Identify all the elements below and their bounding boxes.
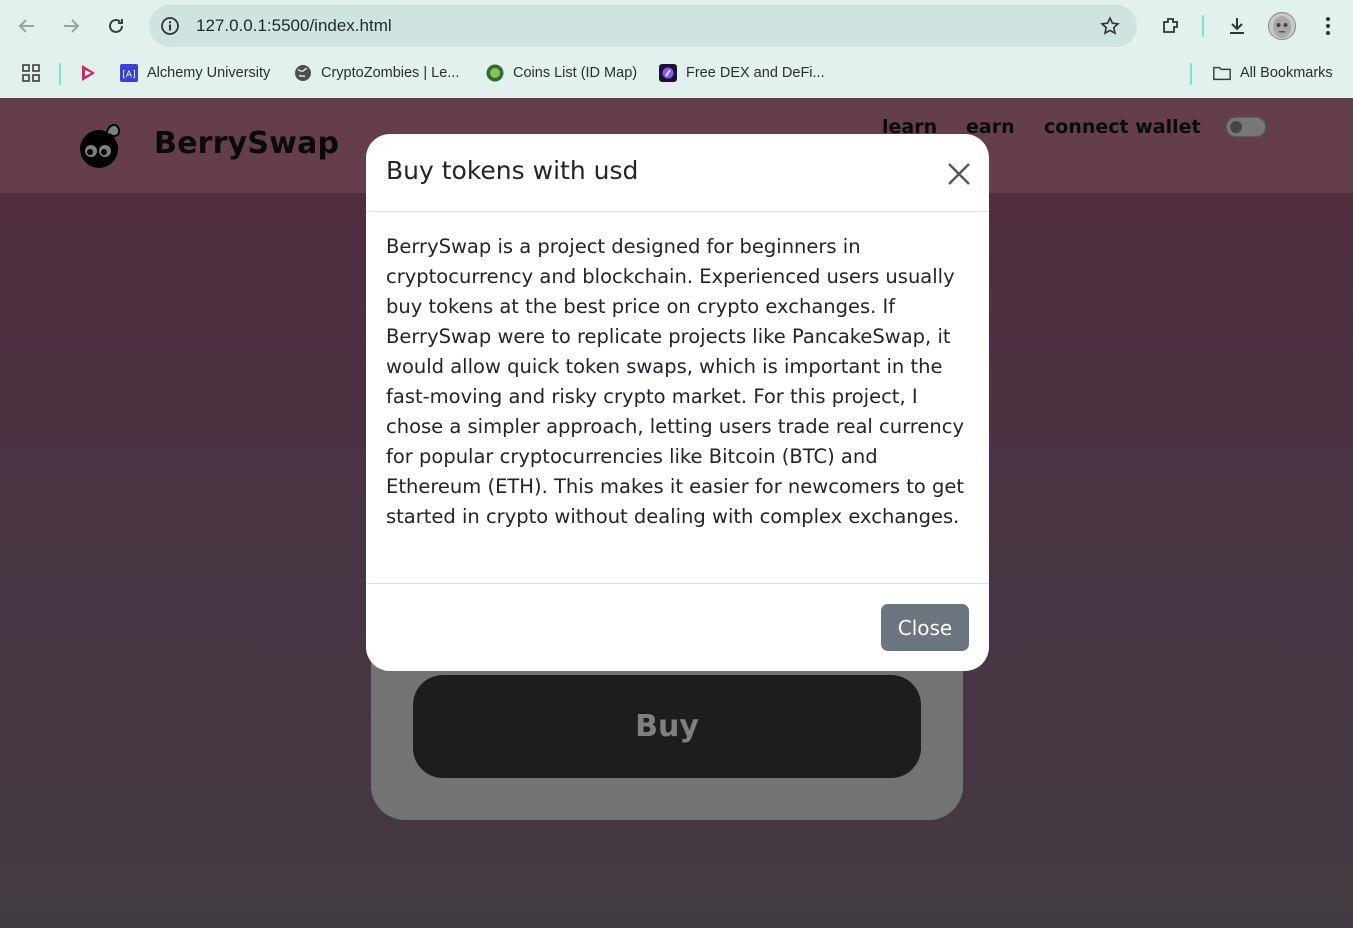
toolbar-divider [1202, 15, 1204, 37]
svg-text:[A]: [A] [122, 70, 135, 80]
bookmark-label: CryptoZombies | Le... [321, 65, 460, 81]
coin-icon [485, 63, 505, 83]
modal-body-text: BerrySwap is a project designed for begi… [386, 235, 965, 528]
modal-header: Buy tokens with usd [366, 134, 989, 212]
bookmark-label: Alchemy University [147, 65, 271, 81]
bookmark-label: Free DEX and DeFi... [686, 65, 825, 81]
globe-icon [293, 63, 313, 83]
bookmarks-divider [1190, 63, 1192, 85]
browser-toolbar: 127.0.0.1:5500/index.html [0, 0, 1353, 52]
bookmark-star-icon[interactable] [1099, 15, 1121, 37]
bookmark-alchemy[interactable]: [A] Alchemy University [119, 61, 270, 85]
extensions-icon[interactable] [1157, 12, 1185, 40]
bookmark-cryptozombies[interactable]: CryptoZombies | Le... [293, 61, 459, 85]
all-bookmarks-label: All Bookmarks [1240, 65, 1333, 81]
forward-icon[interactable] [54, 9, 88, 43]
modal-title: Buy tokens with usd [386, 156, 639, 185]
bookmarks-bar: [A] Alchemy University CryptoZombies | L… [0, 56, 1353, 90]
close-button[interactable]: Close [881, 604, 969, 651]
all-bookmarks[interactable]: All Bookmarks [1212, 61, 1333, 85]
bookmarks-divider [59, 63, 61, 85]
url-text[interactable]: 127.0.0.1:5500/index.html [196, 16, 392, 36]
back-icon[interactable] [10, 9, 44, 43]
bookmark-label: Coins List (ID Map) [513, 65, 638, 81]
site-info-icon[interactable] [159, 15, 181, 37]
reload-icon[interactable] [99, 9, 133, 43]
modal-footer: Close [366, 583, 989, 671]
download-icon[interactable] [1223, 12, 1251, 40]
bookmark-coins-list[interactable]: Coins List (ID Map) [485, 61, 637, 85]
profile-avatar[interactable] [1268, 12, 1296, 40]
menu-kebab-icon[interactable] [1314, 12, 1342, 40]
address-bar[interactable]: 127.0.0.1:5500/index.html [149, 5, 1137, 47]
dex-icon [658, 63, 678, 83]
bookmark-free-dex[interactable]: Free DEX and DeFi... [658, 61, 825, 85]
folder-icon [1212, 63, 1232, 83]
close-icon[interactable] [946, 161, 972, 187]
play-shortcut-icon[interactable] [78, 61, 98, 85]
alchemy-icon: [A] [119, 63, 139, 83]
info-modal: Buy tokens with usd BerrySwap is a proje… [366, 134, 989, 671]
apps-grid-icon[interactable] [21, 61, 41, 85]
browser-chrome: 127.0.0.1:5500/index.html [A] Alchemy Un… [0, 0, 1353, 98]
